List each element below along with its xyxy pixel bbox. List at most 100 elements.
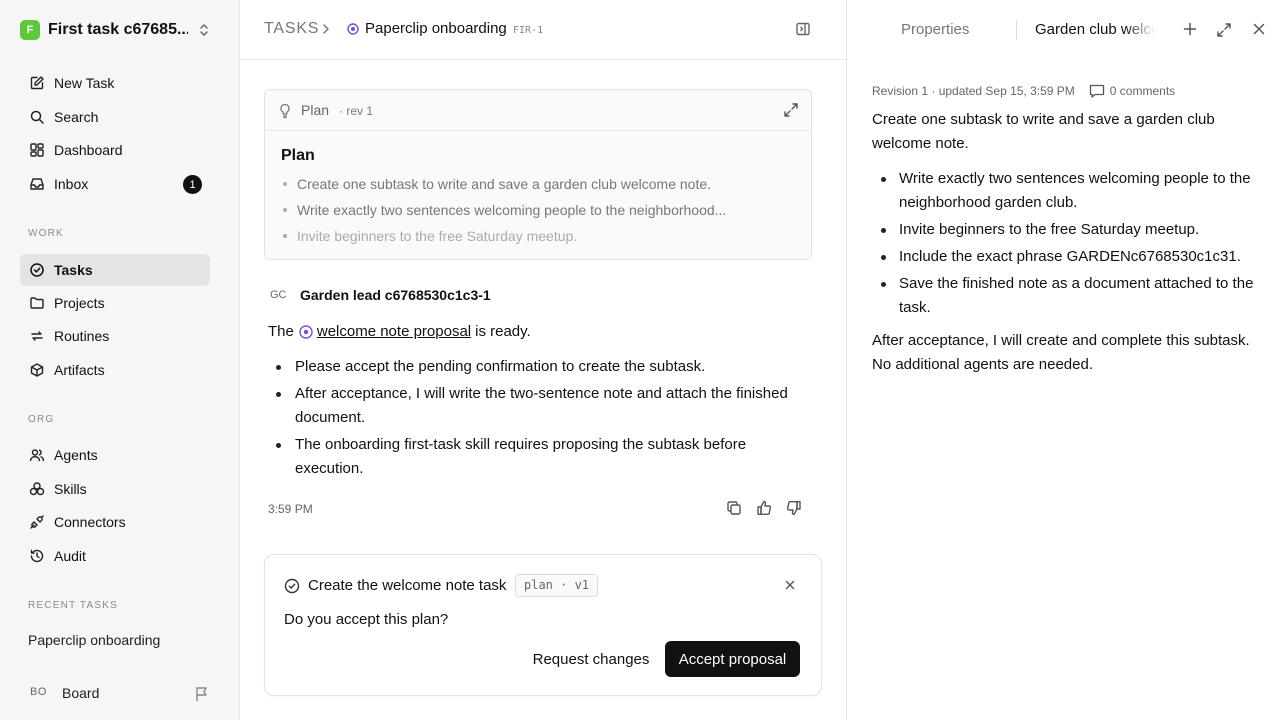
sidebar-item-agents[interactable]: Agents bbox=[20, 439, 210, 471]
close-icon[interactable] bbox=[1252, 22, 1266, 36]
search-label: Search bbox=[54, 109, 99, 125]
skills-icon bbox=[28, 480, 46, 498]
users-icon bbox=[28, 446, 46, 464]
request-changes-button[interactable]: Request changes bbox=[520, 641, 662, 677]
accept-proposal-button[interactable]: Accept proposal bbox=[665, 641, 800, 677]
sidebar-item-skills[interactable]: Skills bbox=[20, 473, 210, 505]
plan-card-header: Plan · rev 1 bbox=[265, 90, 811, 131]
sidebar: F First task c67685... New Task Search D… bbox=[0, 0, 240, 720]
flag-icon[interactable] bbox=[195, 686, 209, 702]
list-item: Write exactly two sentences welcoming pe… bbox=[281, 201, 795, 227]
document-items: Write exactly two sentences welcoming pe… bbox=[872, 167, 1267, 323]
comments-button[interactable]: 0 comments bbox=[1089, 84, 1175, 98]
inbox-label: Inbox bbox=[54, 176, 89, 192]
confirmation-question: Do you accept this plan? bbox=[284, 611, 449, 628]
tab-properties[interactable]: Properties bbox=[901, 21, 969, 38]
message-author: Garden lead c6768530c1c3-1 bbox=[300, 287, 491, 303]
breadcrumb-tasks[interactable]: TASKS bbox=[264, 20, 319, 38]
inbox-count-badge: 1 bbox=[183, 175, 202, 194]
dashboard-icon bbox=[28, 141, 46, 159]
new-task-button[interactable]: New Task bbox=[20, 67, 210, 99]
plan-body: Plan Create one subtask to write and sav… bbox=[265, 131, 811, 253]
section-recent-label: RECENT TASKS bbox=[28, 600, 118, 611]
message-timestamp: 3:59 PM bbox=[268, 502, 313, 516]
list-item: Invite beginners to the free Saturday me… bbox=[872, 218, 1267, 242]
message-intro: The welcome note proposal is ready. bbox=[268, 323, 531, 340]
new-task-label: New Task bbox=[54, 75, 115, 91]
breadcrumb: TASKS Paperclip onboarding FIR-1 bbox=[240, 0, 846, 60]
edit-icon bbox=[28, 74, 46, 92]
message-intro-suffix: is ready. bbox=[475, 323, 531, 340]
list-item: Create one subtask to write and save a g… bbox=[281, 175, 795, 201]
skills-label: Skills bbox=[54, 481, 87, 497]
artifacts-label: Artifacts bbox=[54, 362, 105, 378]
check-circle-icon bbox=[284, 578, 300, 594]
recent-task-item[interactable]: Paperclip onboarding bbox=[28, 632, 160, 648]
document-intro: Create one subtask to write and save a g… bbox=[872, 111, 1215, 152]
tab-divider bbox=[1016, 20, 1017, 40]
document-panel: Properties Garden club welcome note Revi… bbox=[846, 0, 1280, 720]
board-footer: BO Board bbox=[0, 672, 240, 716]
chevron-up-down-icon bbox=[198, 22, 210, 38]
inbox-icon bbox=[28, 175, 46, 193]
list-item: After acceptance, I will write the two-s… bbox=[268, 382, 788, 430]
plug-icon bbox=[28, 513, 46, 531]
plan-version-tag: plan · v1 bbox=[515, 574, 599, 597]
panel-tabs: Properties Garden club welcome note bbox=[847, 0, 1280, 60]
list-item: Write exactly two sentences welcoming pe… bbox=[872, 167, 1267, 215]
expand-icon[interactable] bbox=[783, 102, 799, 118]
workspace-switcher[interactable]: F First task c67685... bbox=[20, 16, 214, 44]
list-item: The onboarding first-task skill requires… bbox=[268, 433, 788, 481]
message-intro-prefix: The bbox=[268, 323, 294, 340]
plan-revision: · rev 1 bbox=[339, 104, 374, 118]
board-name[interactable]: Board bbox=[62, 685, 99, 701]
routines-label: Routines bbox=[54, 328, 110, 344]
section-work-label: WORK bbox=[28, 228, 64, 239]
thumbs-up-icon[interactable] bbox=[756, 500, 772, 516]
plan-label: Plan bbox=[301, 102, 330, 118]
list-item: Include the exact phrase GARDENc6768530c… bbox=[872, 245, 1267, 269]
history-icon bbox=[28, 547, 46, 565]
comment-icon bbox=[1089, 84, 1104, 98]
sidebar-item-projects[interactable]: Projects bbox=[20, 287, 210, 319]
folder-icon bbox=[28, 294, 46, 312]
section-org-label: ORG bbox=[28, 414, 55, 425]
sidebar-item-audit[interactable]: Audit bbox=[20, 540, 210, 572]
maximize-icon[interactable] bbox=[1216, 22, 1232, 38]
thumbs-down-icon[interactable] bbox=[786, 500, 802, 516]
revision-info: Revision 1 · updated Sep 15, 3:59 PM bbox=[872, 84, 1075, 98]
workspace-name: First task c67685... bbox=[48, 21, 188, 38]
copy-icon[interactable] bbox=[726, 500, 742, 516]
task-id: FIR-1 bbox=[513, 25, 544, 36]
status-circle-icon bbox=[299, 324, 313, 339]
projects-label: Projects bbox=[54, 295, 105, 311]
list-item: Save the finished note as a document att… bbox=[872, 272, 1267, 320]
audit-label: Audit bbox=[54, 548, 86, 564]
tab-document[interactable]: Garden club welcome note bbox=[1035, 21, 1155, 38]
chevron-right-icon bbox=[321, 23, 331, 35]
plan-items: Create one subtask to write and save a g… bbox=[281, 175, 795, 253]
avatar: BO bbox=[30, 686, 47, 698]
sidebar-item-dashboard[interactable]: Dashboard bbox=[20, 134, 210, 166]
connectors-label: Connectors bbox=[54, 514, 126, 530]
search-button[interactable]: Search bbox=[20, 101, 210, 133]
proposal-link[interactable]: welcome note proposal bbox=[317, 323, 471, 340]
dashboard-label: Dashboard bbox=[54, 142, 123, 158]
sidebar-item-routines[interactable]: Routines bbox=[20, 320, 210, 352]
plus-icon[interactable] bbox=[1183, 22, 1197, 36]
plan-card: Plan · rev 1 Plan Create one subtask to … bbox=[264, 89, 812, 260]
plan-title: Plan bbox=[281, 147, 315, 164]
sidebar-item-inbox[interactable]: Inbox 1 bbox=[20, 168, 210, 200]
list-item: Please accept the pending confirmation t… bbox=[268, 355, 788, 379]
comments-count: 0 comments bbox=[1109, 84, 1176, 98]
sidebar-item-artifacts[interactable]: Artifacts bbox=[20, 354, 210, 386]
workspace-logo: F bbox=[20, 20, 40, 40]
confirmation-title: Create the welcome note task bbox=[308, 577, 507, 594]
sidebar-item-tasks[interactable]: Tasks bbox=[20, 254, 210, 286]
check-circle-icon bbox=[28, 261, 46, 279]
close-icon[interactable] bbox=[784, 579, 796, 591]
sidebar-item-connectors[interactable]: Connectors bbox=[20, 506, 210, 538]
repeat-icon bbox=[28, 327, 46, 345]
revision-meta: Revision 1 · updated Sep 15, 3:59 PM 0 c… bbox=[872, 84, 1175, 98]
sidebar-toggle-icon[interactable] bbox=[795, 21, 811, 37]
